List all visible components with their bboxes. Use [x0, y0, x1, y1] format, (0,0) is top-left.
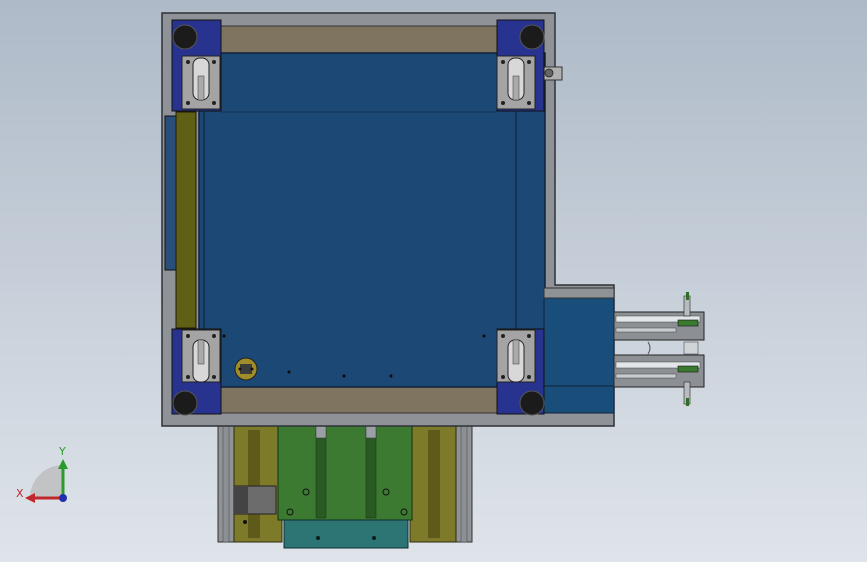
screw-dot: [287, 370, 291, 374]
top-rail: [220, 25, 498, 54]
main-frame-assembly[interactable]: [161, 12, 615, 427]
screw-dot: [482, 334, 486, 338]
small-cylinder: [234, 357, 258, 381]
cad-model-view[interactable]: X Y: [0, 0, 867, 562]
leveling-foot-top-left: [172, 24, 198, 50]
gripper-slot-lower-2: [615, 373, 677, 379]
screw-dot: [342, 374, 346, 378]
base-bolt: [316, 536, 320, 540]
gripper-jaw-lower: [677, 365, 699, 373]
green-plate-rib-left: [315, 429, 327, 519]
side-extension-cap: [543, 287, 615, 299]
x-axis-label: X: [16, 487, 24, 500]
y-axis-label: Y: [58, 445, 66, 458]
green-plate-rib-right: [365, 429, 377, 519]
bottom-olive-stripe-right: [428, 430, 440, 538]
bottom-rail-right-inner: [460, 425, 468, 543]
gripper-pin-lower: [686, 398, 689, 406]
teal-base-block: [283, 519, 409, 549]
gripper-center-pad: [683, 341, 699, 355]
green-mount-plate: [277, 425, 413, 521]
plate-bolt: [243, 520, 247, 524]
leveling-foot-top-right: [519, 24, 545, 50]
graphics-viewport[interactable]: X Y: [0, 0, 867, 562]
gripper-pin-upper: [686, 292, 689, 300]
left-side-strip: [175, 111, 197, 329]
wheel-mount-top-right: [496, 55, 536, 110]
screw-dot: [222, 334, 226, 338]
gripper-jaw-upper: [677, 319, 699, 327]
bottom-rail: [220, 386, 498, 414]
wheel-mount-top-left: [181, 55, 221, 110]
gripper-slot-upper-2: [615, 327, 677, 333]
bottom-carriage[interactable]: [217, 411, 473, 549]
wheel-mount-bottom-left: [181, 329, 221, 383]
side-extension-box-lower: [543, 385, 615, 414]
bottom-rail-left-inner: [222, 425, 230, 543]
wheel-mount-bottom-right: [496, 329, 536, 383]
screw-dot: [389, 374, 393, 378]
limit-switch-button: [544, 68, 554, 78]
leveling-foot-bottom-left: [172, 390, 198, 416]
motor-housing-face: [234, 486, 248, 514]
bottom-olive-stripe-left: [248, 430, 260, 538]
z-axis-dot: [59, 494, 67, 502]
main-plate: [198, 52, 546, 388]
side-extension-box: [543, 297, 615, 387]
base-bolt: [372, 536, 376, 540]
leveling-foot-bottom-right: [519, 390, 545, 416]
